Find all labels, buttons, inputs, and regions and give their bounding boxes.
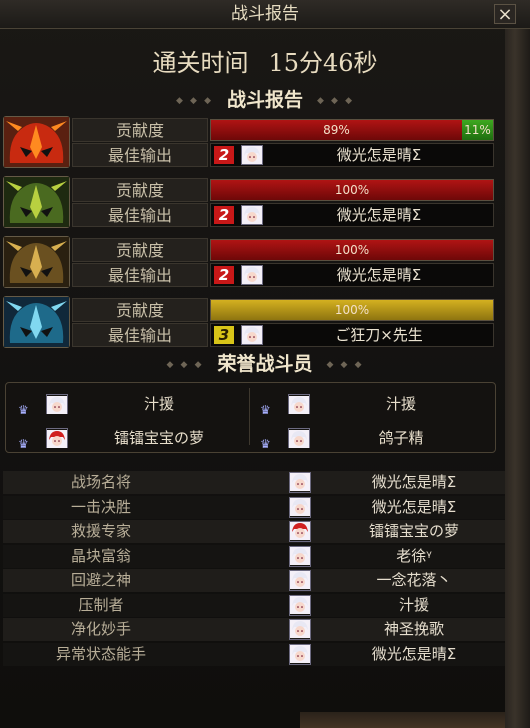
close-icon: × [497, 4, 513, 25]
background-toolbar-edge [300, 712, 505, 728]
contribution-percent: 89% [323, 123, 350, 137]
best-output-entry[interactable]: 2 微光怎是晴Σ [210, 203, 494, 227]
best-output-name: ご狂刀×先生 [335, 326, 423, 344]
player-class-icon [3, 296, 70, 348]
contribution-percent: 100% [334, 243, 370, 257]
contribution-percent: 100% [334, 303, 370, 317]
contribution-bar: 89% 11% [210, 119, 494, 141]
white-hair-avatar-icon [46, 394, 68, 414]
award-player-name: 汁援 [398, 595, 429, 614]
player-class-icon [3, 116, 70, 168]
award-title: 异常状态能手 [55, 644, 146, 663]
contribution-label: 贡献度 [72, 298, 208, 322]
player-avatar-icon [289, 643, 311, 665]
best-output-name: 微光怎是晴Σ [336, 146, 422, 164]
rank-badge: 2 [214, 146, 234, 164]
honor-player-name: 镭镭宝宝の萝 [113, 429, 204, 447]
player-avatar-icon [289, 545, 311, 567]
best-output-name: 微光怎是晴Σ [336, 206, 422, 224]
award-title: 晶块富翁 [70, 546, 131, 565]
award-player-name: 一念花落丶 [376, 571, 452, 589]
player-avatar-icon [241, 325, 263, 345]
award-row[interactable]: 一击决胜 微光怎是晴Σ [3, 495, 505, 519]
award-title: 压制者 [78, 595, 124, 614]
best-output-label: 最佳输出 [72, 143, 208, 167]
clear-time-label: 通关时间 [152, 49, 249, 77]
best-output-entry[interactable]: 3 ご狂刀×先生 [210, 323, 494, 347]
award-title: 净化妙手 [70, 620, 131, 638]
player-avatar-icon [289, 570, 311, 591]
contribution-percent: 100% [334, 183, 370, 197]
contribution-label: 贡献度 [72, 178, 208, 202]
clear-time-value: 15分46秒 [268, 49, 378, 77]
player-avatar-icon [241, 145, 263, 165]
player-class-icon [3, 176, 70, 228]
award-player-name: 镭镭宝宝の萝 [368, 522, 459, 540]
award-row[interactable]: 战场名将 微光怎是晴Σ [3, 471, 505, 494]
honor-player-name: 汁援 [143, 395, 174, 413]
rank-badge: 2 [214, 266, 234, 284]
honor-player[interactable]: ♛ 镭镭宝宝の萝 [10, 424, 246, 452]
section-title-honor: 荣誉战斗员 [0, 350, 530, 378]
award-title: 救援专家 [70, 522, 131, 540]
player-avatar-icon [289, 496, 311, 518]
honor-player[interactable]: ♛ 汁援 [10, 390, 246, 418]
crown-icon: ♛ [18, 437, 29, 451]
award-player-name: 微光怎是晴Σ [371, 473, 457, 491]
best-output-entry[interactable]: 2 微光怎是晴Σ [210, 263, 494, 287]
award-row[interactable]: 晶块富翁 老徐ᵞ [3, 544, 505, 568]
award-player-name: 微光怎是晴Σ [371, 497, 457, 516]
rank-badge: 3 [214, 326, 234, 344]
contribution-bar: 100% [210, 239, 494, 261]
contribution-label: 贡献度 [72, 238, 208, 262]
player-avatar-icon [241, 205, 263, 225]
crown-icon: ♛ [260, 437, 271, 451]
honor-player-name: 汁援 [385, 395, 416, 413]
window-title: 战斗报告 [231, 4, 299, 24]
award-title: 回避之神 [70, 571, 131, 589]
player-avatar-icon [289, 594, 311, 616]
award-title: 战场名将 [70, 473, 131, 491]
contribution-bar: 100% [210, 179, 494, 201]
player-class-icon [3, 236, 70, 288]
crown-icon: ♛ [260, 403, 271, 417]
award-player-name: 神圣挽歌 [383, 620, 444, 638]
best-output-label: 最佳输出 [72, 323, 208, 347]
contribution-extra-percent: 11% [464, 123, 491, 137]
section-title-report-text: 战斗报告 [226, 89, 303, 111]
honor-player[interactable]: ♛ 汁援 [252, 390, 488, 418]
contribution-bar: 100% [210, 299, 494, 321]
white-hair-avatar-icon [288, 394, 310, 414]
section-title-report: 战斗报告 [0, 86, 530, 114]
contribution-label: 贡献度 [72, 118, 208, 142]
crown-icon: ♛ [18, 403, 29, 417]
red-hair-avatar-icon [46, 428, 68, 448]
close-button[interactable]: × [494, 4, 516, 25]
player-avatar-icon [289, 521, 311, 542]
award-player-name: 老徐ᵞ [396, 546, 432, 565]
best-output-label: 最佳输出 [72, 203, 208, 227]
player-avatar-icon [289, 472, 311, 493]
award-title: 一击决胜 [70, 497, 131, 516]
award-row[interactable]: 净化妙手 神圣挽歌 [3, 618, 505, 641]
player-avatar-icon [241, 265, 263, 285]
honor-player[interactable]: ♛ 鸽子精 [252, 424, 488, 452]
clear-time: 通关时间 15分46秒 [0, 46, 530, 80]
award-row[interactable]: 异常状态能手 微光怎是晴Σ [3, 642, 505, 666]
honor-player-name: 鸽子精 [378, 429, 424, 447]
player-avatar-icon [289, 619, 311, 640]
best-output-label: 最佳输出 [72, 263, 208, 287]
section-title-honor-text: 荣誉战斗员 [217, 353, 313, 375]
award-row[interactable]: 救援专家 镭镭宝宝の萝 [3, 520, 505, 543]
rank-badge: 2 [214, 206, 234, 224]
background-scene-edge [505, 28, 530, 728]
best-output-name: 微光怎是晴Σ [336, 266, 422, 284]
honor-divider [249, 388, 250, 445]
white-hair-avatar-icon [288, 428, 310, 448]
best-output-entry[interactable]: 2 微光怎是晴Σ [210, 143, 494, 167]
award-row[interactable]: 回避之神 一念花落丶 [3, 569, 505, 592]
award-player-name: 微光怎是晴Σ [371, 644, 457, 663]
award-row[interactable]: 压制者 汁援 [3, 593, 505, 617]
